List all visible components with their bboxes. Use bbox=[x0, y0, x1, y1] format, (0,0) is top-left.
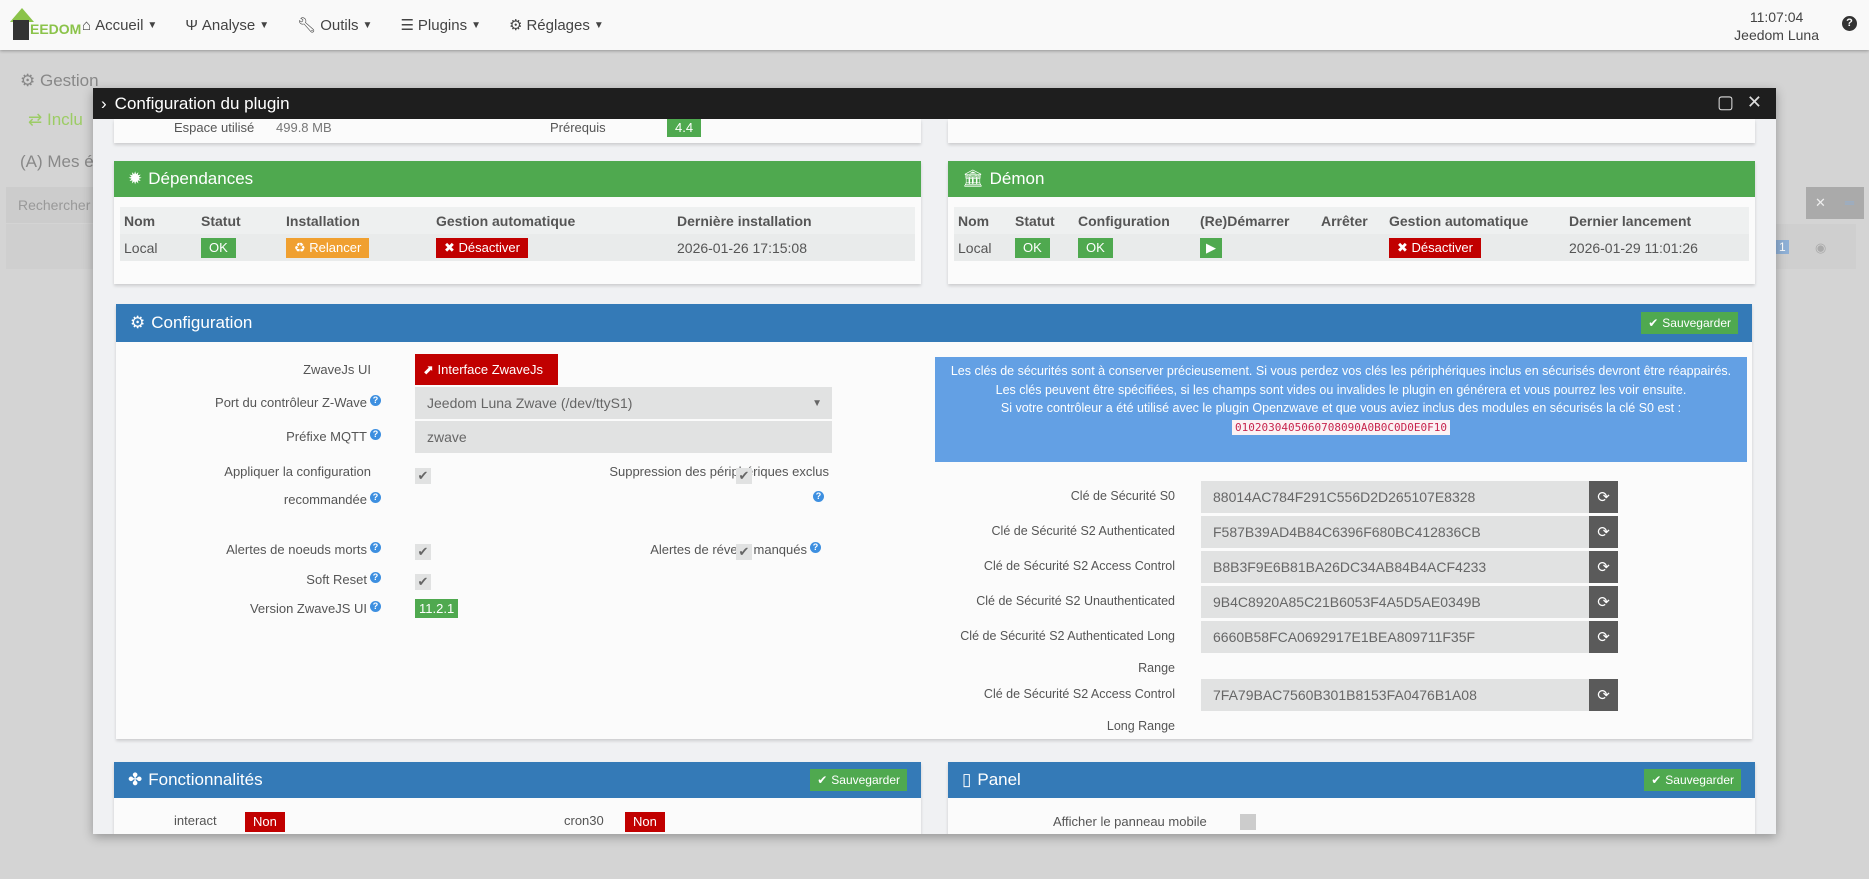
key-label: Clé de Sécurité S2 Authenticated bbox=[991, 524, 1175, 538]
help-icon: ? bbox=[370, 429, 381, 440]
wrench-icon: 🔧︎ bbox=[297, 17, 317, 34]
bg-badge: 1 bbox=[1776, 240, 1789, 254]
bank-icon: 🏛︎ bbox=[962, 169, 984, 188]
jeedom-logo[interactable]: EEDOM bbox=[4, 0, 82, 50]
help-icon: ? bbox=[813, 491, 824, 502]
configuration-panel: ⚙ Configuration ✔ Sauvegarder ZwaveJs UI ⬈ … bbox=[116, 304, 1752, 739]
puzzle-icon: ✤ bbox=[128, 770, 143, 789]
panel-panel: ▯ Panel ✔ Sauvegarder Afficher le panneau … bbox=[948, 762, 1755, 834]
cron30-badge: Non bbox=[625, 812, 665, 832]
help-icon: ? bbox=[370, 542, 381, 553]
help-icon: ? bbox=[370, 572, 381, 583]
port-select[interactable]: Jeedom Luna Zwave (/dev/ttyS1) ▼ bbox=[415, 387, 832, 419]
info-panel-right bbox=[948, 119, 1755, 143]
version-badge: 11.2.1 bbox=[415, 599, 459, 618]
help-icon: ? bbox=[370, 492, 381, 503]
bg-clear-icon[interactable]: ✕ bbox=[1806, 187, 1835, 219]
prereq-badge: 4.4 bbox=[667, 119, 702, 137]
key-label: Clé de Sécurité S2 Access Control bbox=[983, 687, 1175, 701]
bg-inclusion: ⇄ Inclu bbox=[28, 110, 83, 129]
bg-gestion: ⚙ Gestion bbox=[20, 71, 99, 90]
refresh-icon[interactable]: ⟳ bbox=[1589, 586, 1618, 618]
key-label-cont: Range bbox=[1138, 661, 1175, 675]
stethoscope-icon: Ψ bbox=[185, 16, 198, 34]
save-config-button[interactable]: ✔ Sauvegarder bbox=[1641, 312, 1738, 334]
gear-icon: ⚙ bbox=[509, 17, 523, 34]
check-circle-icon: ✔ bbox=[1648, 316, 1659, 330]
security-key-input[interactable]: 9B4C8920A85C21B6053F4A5D5AE0349B bbox=[1201, 586, 1589, 618]
daemon-status-badge: OK bbox=[1015, 237, 1050, 258]
nav-plugins[interactable]: ☰ Plugins ▼ bbox=[400, 16, 481, 35]
key-label: Clé de Sécurité S2 Unauthenticated bbox=[976, 594, 1175, 608]
nav-analyse[interactable]: Ψ Analyse ▼ bbox=[185, 17, 269, 34]
zwavejs-ui-button[interactable]: ⬈ Interface ZwaveJs UI bbox=[415, 354, 558, 408]
modal-titlebar: › Configuration du plugin ▢ ✕ bbox=[93, 88, 1776, 119]
daemon-disable-auto-button[interactable]: ✖ Désactiver bbox=[1389, 237, 1481, 258]
list-icon: ☰ bbox=[400, 17, 414, 34]
refresh-icon[interactable]: ⟳ bbox=[1589, 516, 1618, 548]
bg-eye-icon[interactable]: ◉ bbox=[1815, 240, 1826, 256]
home-icon: ⌂ bbox=[82, 16, 92, 34]
nav-reglages[interactable]: ⚙ Réglages ▼ bbox=[509, 16, 604, 35]
mobile-panel-checkbox[interactable] bbox=[1240, 814, 1256, 830]
security-key-input[interactable]: F587B39AD4B84C6396F680BC412836CB bbox=[1201, 516, 1589, 548]
cog-icon: ✹ bbox=[128, 169, 143, 188]
clock: 11:07:04 Jeedom Luna bbox=[1734, 9, 1819, 43]
soft-reset-checkbox[interactable]: ✔ bbox=[415, 574, 431, 590]
close-icon[interactable]: ✕ bbox=[1747, 92, 1762, 113]
key-label: Clé de Sécurité S0 bbox=[1070, 489, 1175, 503]
plugin-config-modal: › Configuration du plugin ▢ ✕ Espace uti… bbox=[93, 88, 1776, 834]
save-features-button[interactable]: ✔ Sauvegarder bbox=[810, 769, 907, 791]
bg-search[interactable]: Rechercher bbox=[6, 187, 96, 223]
refresh-icon[interactable]: ⟳ bbox=[1589, 679, 1618, 711]
relaunch-button[interactable]: ♻ Relancer bbox=[286, 237, 370, 258]
features-panel: ✤ Fonctionnalités ✔ Sauvegarder interact N… bbox=[114, 762, 921, 834]
navbar: EEDOM ⌂ Accueil ▼ Ψ Analyse ▼ 🔧︎ Outils ▼ ☰ Plu… bbox=[0, 0, 1869, 50]
security-alert: Les clés de sécurités sont à conserver p… bbox=[935, 357, 1747, 462]
maximize-icon[interactable]: ▢ bbox=[1717, 92, 1734, 113]
disable-auto-button[interactable]: ✖ Désactiver bbox=[436, 237, 528, 258]
help-icon: ? bbox=[810, 542, 821, 553]
help-icon[interactable]: ? bbox=[1842, 16, 1857, 31]
remove-excluded-checkbox[interactable]: ✔ bbox=[736, 468, 752, 484]
interact-badge: Non bbox=[245, 812, 285, 832]
nav-outils[interactable]: 🔧︎ Outils ▼ bbox=[297, 16, 372, 35]
chevron-right-icon: › bbox=[101, 93, 107, 113]
s0-legacy-code: 0102030405060708090A0B0C0D0E0F10 bbox=[1232, 419, 1450, 435]
modal-title: Configuration du plugin bbox=[114, 93, 290, 113]
security-key-input[interactable]: B8B3F9E6B81BA26DC34AB84B4ACF4233 bbox=[1201, 551, 1589, 583]
mobile-icon: ▯ bbox=[962, 770, 972, 789]
key-label-cont: Long Range bbox=[1106, 719, 1175, 733]
missed-wakeup-checkbox[interactable]: ✔ bbox=[736, 544, 752, 560]
dead-nodes-checkbox[interactable]: ✔ bbox=[415, 544, 431, 560]
save-panel-button[interactable]: ✔ Sauvegarder bbox=[1644, 769, 1741, 791]
dependencies-panel: ✹ Dépendances Nom Statut Installation Gestio… bbox=[114, 161, 921, 284]
mqtt-prefix-input[interactable]: zwave bbox=[415, 421, 832, 453]
status-badge: OK bbox=[201, 237, 236, 258]
security-key-input[interactable]: 7FA79BAC7560B301B8153FA0476B1A08 bbox=[1201, 679, 1589, 711]
cogs-icon: ⚙ bbox=[130, 313, 146, 332]
help-icon: ? bbox=[370, 395, 381, 406]
refresh-icon[interactable]: ⟳ bbox=[1589, 481, 1618, 513]
key-label: Clé de Sécurité S2 Authenticated Long bbox=[960, 629, 1175, 643]
nav-accueil[interactable]: ⌂ Accueil ▼ bbox=[82, 17, 157, 34]
refresh-icon[interactable]: ⟳ bbox=[1589, 621, 1618, 653]
key-label: Clé de Sécurité S2 Access Control bbox=[983, 559, 1175, 573]
help-icon: ? bbox=[370, 601, 381, 612]
refresh-icon[interactable]: ⟳ bbox=[1589, 551, 1618, 583]
security-key-input[interactable]: 88014AC784F291C556D2D265107E8328 bbox=[1201, 481, 1589, 513]
bg-menu-icon[interactable]: ═ bbox=[1835, 187, 1864, 219]
security-key-input[interactable]: 6660B58FCA0692917E1BEA809711F35F bbox=[1201, 621, 1589, 653]
daemon-config-badge: OK bbox=[1078, 237, 1113, 258]
apply-config-checkbox[interactable]: ✔ bbox=[415, 468, 431, 484]
daemon-panel: 🏛︎ Démon Nom Statut Configuration (Re)Démarr… bbox=[948, 161, 1755, 284]
info-panel: Espace utilisé 499.8 MB Prérequis 4.4 bbox=[114, 119, 921, 143]
bg-mes-equipements: (A) Mes é bbox=[20, 152, 94, 171]
play-icon[interactable]: ▶ bbox=[1200, 237, 1222, 258]
